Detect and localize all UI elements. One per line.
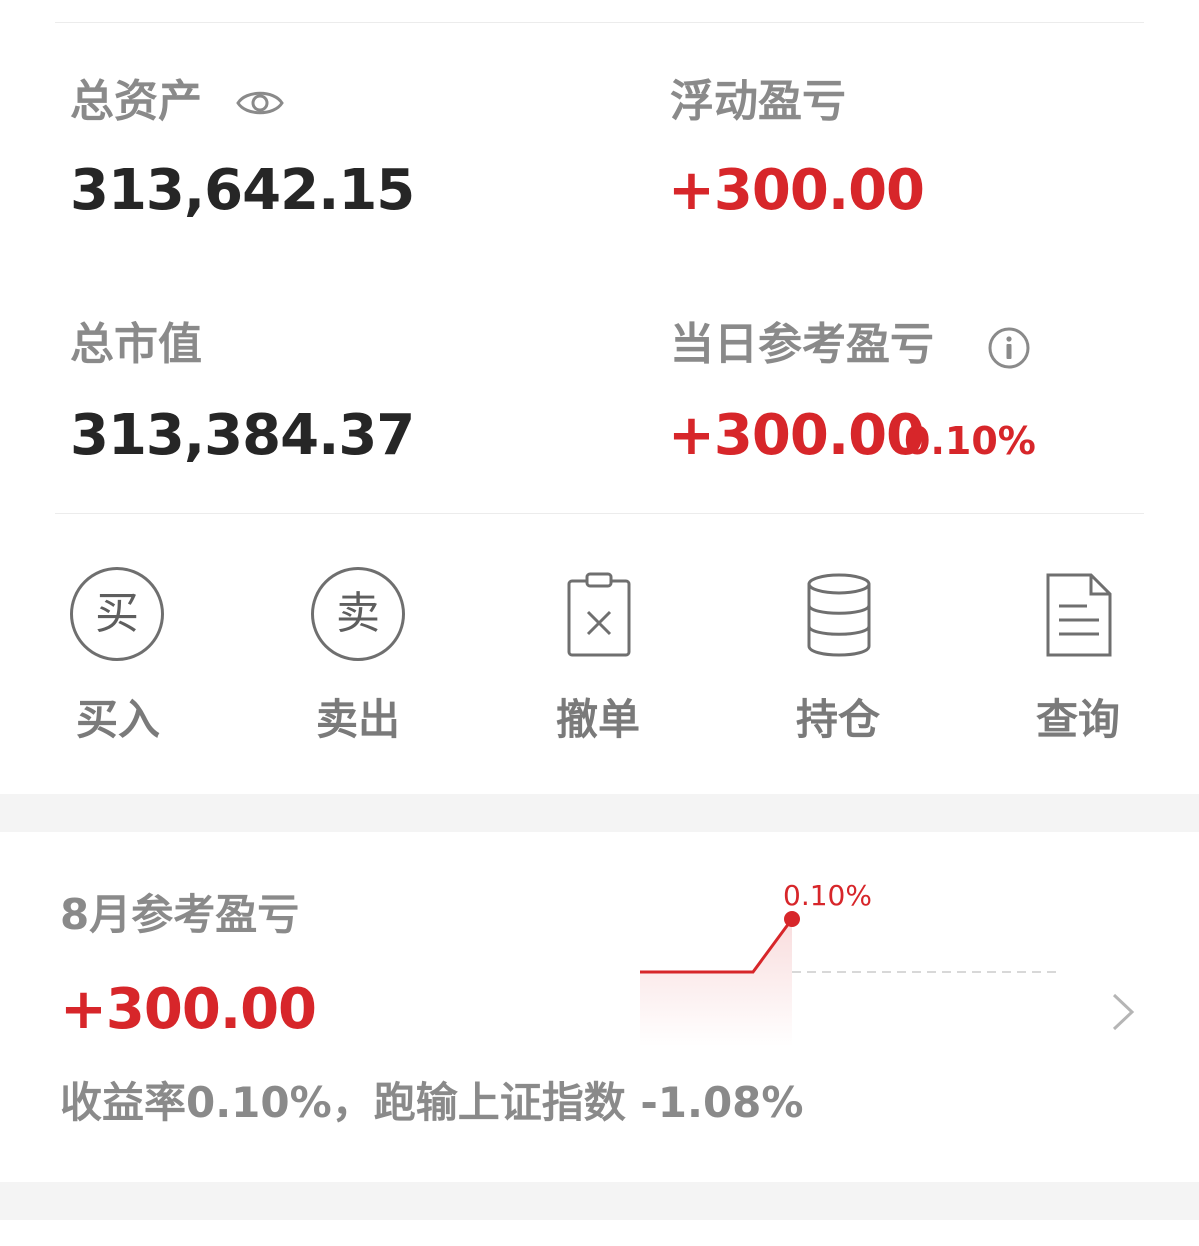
sparkline-area bbox=[640, 919, 792, 1047]
market-value-value: 313,384.37 bbox=[70, 403, 415, 468]
buy-icon[interactable]: 买 bbox=[70, 567, 164, 661]
monthly-pl-value: +300.00 bbox=[60, 977, 317, 1042]
monthly-summary: 收益率0.10%，跑输上证指数 -1.08% bbox=[60, 1078, 804, 1127]
eye-icon[interactable] bbox=[236, 86, 284, 120]
floating-pl-label: 浮动盈亏 bbox=[670, 76, 846, 127]
cancel-order-icon[interactable] bbox=[566, 572, 632, 658]
floating-pl-value: +300.00 bbox=[668, 158, 925, 223]
positions-icon[interactable] bbox=[806, 572, 872, 658]
chevron-right-icon[interactable] bbox=[1110, 992, 1136, 1032]
action-cancel-order-label[interactable]: 撤单 bbox=[528, 699, 668, 741]
total-assets-value: 313,642.15 bbox=[70, 158, 415, 223]
monthly-pl-title: 8月参考盈亏 bbox=[60, 890, 300, 939]
daily-pl-value: +300.00 bbox=[668, 403, 925, 468]
daily-pl-percent: 0.10% bbox=[904, 419, 1036, 463]
sell-icon[interactable]: 卖 bbox=[311, 567, 405, 661]
total-assets-label: 总资产 bbox=[70, 76, 202, 127]
market-value-label: 总市值 bbox=[70, 319, 202, 370]
action-query-label[interactable]: 查询 bbox=[1008, 699, 1148, 741]
action-sell-label[interactable]: 卖出 bbox=[288, 699, 428, 741]
info-icon[interactable] bbox=[987, 326, 1031, 370]
bottom-separator bbox=[0, 1182, 1199, 1220]
action-buy-label[interactable]: 买入 bbox=[48, 699, 188, 741]
monthly-pl-card[interactable]: 8月参考盈亏 +300.00 收益率0.10%，跑输上证指数 -1.08% 0.… bbox=[0, 832, 1199, 1182]
assets-divider bbox=[55, 513, 1144, 514]
action-positions-label[interactable]: 持仓 bbox=[768, 699, 908, 741]
query-icon[interactable] bbox=[1045, 572, 1113, 658]
section-separator bbox=[0, 794, 1199, 832]
sparkline-end-point bbox=[784, 911, 800, 927]
top-divider bbox=[55, 22, 1144, 23]
sparkline-label: 0.10% bbox=[783, 879, 872, 912]
daily-pl-label: 当日参考盈亏 bbox=[670, 319, 934, 370]
